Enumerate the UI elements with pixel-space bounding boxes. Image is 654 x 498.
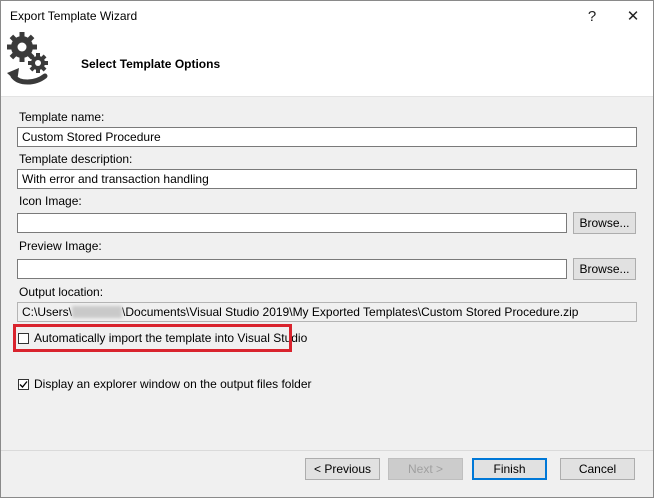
next-button[interactable]: Next >	[388, 458, 463, 480]
output-location-label: Output location:	[19, 285, 104, 299]
icon-image-input[interactable]	[17, 213, 567, 233]
wizard-header: Select Template Options	[1, 31, 653, 96]
preview-image-browse-button[interactable]: Browse...	[573, 258, 636, 280]
output-location-suffix: \Documents\Visual Studio 2019\My Exporte…	[122, 305, 579, 319]
preview-image-label: Preview Image:	[19, 239, 102, 253]
previous-button[interactable]: < Previous	[305, 458, 380, 480]
template-name-input[interactable]: Custom Stored Procedure	[17, 127, 637, 147]
header-divider	[1, 96, 653, 97]
gears-export-icon	[7, 32, 48, 85]
help-button[interactable]: ?	[572, 1, 612, 31]
highlight-box	[13, 324, 292, 352]
help-icon: ?	[587, 7, 597, 25]
output-location-prefix: C:\Users\	[22, 305, 73, 319]
display-explorer-checkbox[interactable]	[18, 378, 29, 390]
icon-image-browse-button[interactable]: Browse...	[573, 212, 636, 234]
icon-image-label: Icon Image:	[19, 194, 82, 208]
page-title: Select Template Options	[81, 57, 221, 71]
template-description-label: Template description:	[19, 152, 133, 166]
preview-image-input[interactable]	[17, 259, 567, 279]
close-button[interactable]: ✕	[613, 1, 653, 31]
footer-divider	[1, 450, 653, 451]
output-location-field: C:\Users\ \Documents\Visual Studio 2019\M…	[17, 302, 637, 322]
display-explorer-label: Display an explorer window on the output…	[34, 377, 312, 391]
display-explorer-checkbox-row[interactable]: Display an explorer window on the output…	[18, 376, 312, 392]
cancel-button[interactable]: Cancel	[560, 458, 635, 480]
template-description-input[interactable]: With error and transaction handling	[17, 169, 637, 189]
close-icon: ✕	[626, 8, 640, 25]
title-bar: Export Template Wizard ? ✕	[1, 1, 653, 31]
redacted-username	[72, 305, 123, 318]
checkmark-icon	[19, 380, 28, 388]
export-template-wizard-dialog: Export Template Wizard ? ✕ Select Templa…	[0, 0, 654, 498]
finish-button[interactable]: Finish	[472, 458, 547, 480]
window-title: Export Template Wizard	[10, 9, 138, 23]
template-name-label: Template name:	[19, 110, 105, 124]
